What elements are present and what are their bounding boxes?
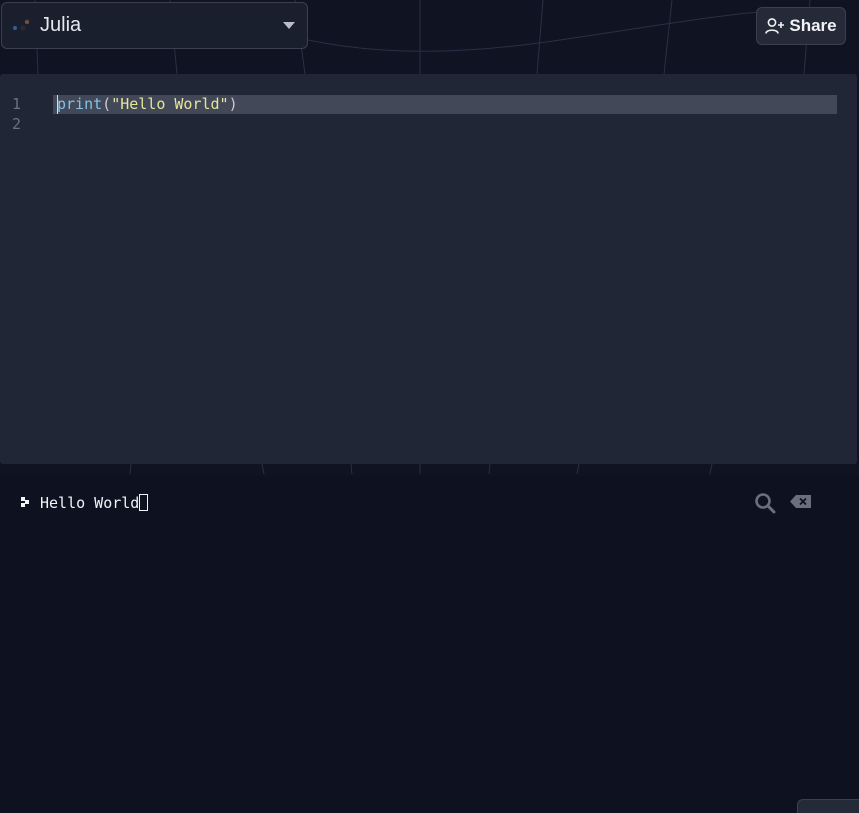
text-cursor (57, 95, 58, 114)
terminal-cursor (139, 494, 149, 511)
code-token-punctuation: ) (228, 95, 238, 113)
prompt-icon (21, 497, 29, 507)
app-root: Julia Share 1 2 print("Hello World") Hel… (0, 0, 859, 813)
console-panel[interactable]: Hello World (0, 476, 859, 813)
chevron-down-icon (283, 22, 295, 29)
julia-logo-icon (13, 19, 30, 30)
language-label: Julia (40, 14, 82, 36)
add-user-icon (765, 18, 785, 34)
code-editor[interactable]: 1 2 print("Hello World") (0, 74, 857, 464)
backspace-icon[interactable] (789, 493, 813, 511)
code-token-function: print (57, 95, 103, 113)
code-token-string: "Hello World" (111, 95, 229, 113)
line-number: 1 (12, 95, 22, 113)
corner-tab[interactable] (797, 799, 859, 813)
share-button[interactable]: Share (756, 7, 846, 45)
code-line[interactable]: print("Hello World") (57, 94, 238, 114)
console-output-text: Hello World (40, 494, 140, 512)
share-label: Share (789, 16, 837, 35)
language-select[interactable]: Julia (1, 2, 308, 49)
line-number: 2 (12, 115, 22, 133)
code-token-punctuation: ( (102, 95, 112, 113)
search-icon[interactable] (754, 492, 776, 514)
console-output: Hello World (40, 493, 149, 513)
